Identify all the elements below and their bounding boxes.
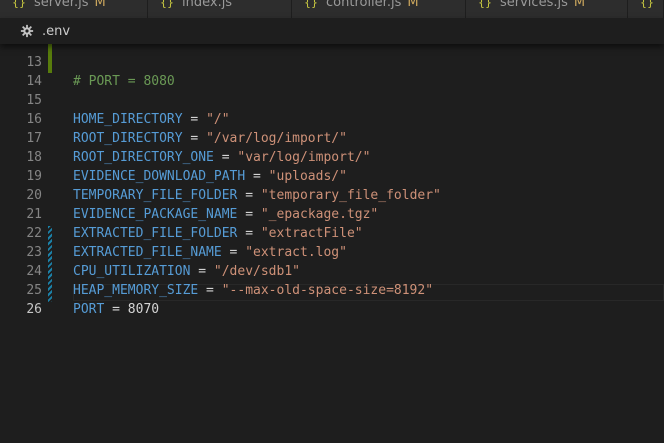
- tab-label: index.js: [182, 0, 233, 10]
- tab-label: server.js: [34, 0, 89, 10]
- code-line[interactable]: 23 CPU_UTILIZATION = "/dev/sdb1": [0, 224, 664, 279]
- tab-index-js[interactable]: {} index.js: [148, 0, 292, 18]
- code-line[interactable]: 24 HEAP_MEMORY_SIZE = "--max-old-space-s…: [0, 243, 664, 298]
- tab-overflow[interactable]: {}: [628, 0, 664, 18]
- code-line[interactable]: 13 # PORT = 8080: [0, 44, 664, 89]
- env-value: 8070: [127, 302, 160, 317]
- tab-label: controller.js: [326, 0, 402, 10]
- tab-controller-js[interactable]: {} controller.js M: [292, 0, 466, 18]
- gear-icon: [20, 24, 34, 38]
- js-file-icon: {}: [12, 0, 26, 9]
- code-line[interactable]: 14: [0, 53, 664, 89]
- modified-badge: M: [573, 0, 586, 10]
- code-line[interactable]: 16 ROOT_DIRECTORY = "/var/log/import/": [0, 91, 664, 146]
- tab-server-js[interactable]: {} server.js M: [0, 0, 148, 18]
- code-line[interactable]: 19 TEMPORARY_FILE_FOLDER = "temporary_fi…: [0, 148, 664, 203]
- breadcrumb: .env: [0, 18, 664, 44]
- js-file-icon: {}: [640, 0, 654, 9]
- equals-operator: =: [104, 302, 128, 317]
- code-line[interactable]: 20 EVIDENCE_PACKAGE_NAME = "_epackage.tg…: [0, 167, 664, 222]
- code-line[interactable]: 17 ROOT_DIRECTORY_ONE = "var/log/import/…: [0, 110, 664, 165]
- modified-badge: M: [94, 0, 106, 10]
- code-line[interactable]: 21 EXTRACTED_FILE_FOLDER = "extractFile": [0, 186, 664, 241]
- code-line[interactable]: 15 HOME_DIRECTORY = "/": [0, 72, 664, 127]
- js-file-icon: {}: [304, 0, 318, 9]
- code-line[interactable]: 22 EXTRACTED_FILE_NAME = "extract.log": [0, 205, 664, 260]
- line-number: 26: [26, 302, 42, 317]
- tab-label: services.js: [500, 0, 568, 10]
- code-editor[interactable]: 13 # PORT = 8080 14 15 HOME_DIRECTORY = …: [0, 44, 664, 443]
- js-file-icon: {}: [160, 0, 174, 9]
- modified-badge: M: [407, 0, 419, 10]
- tab-bar: {} server.js M {} index.js {} controller.js M…: [0, 0, 664, 18]
- breadcrumb-file[interactable]: .env: [42, 24, 70, 39]
- code-line[interactable]: 26: [0, 281, 664, 317]
- code-line[interactable]: 18 EVIDENCE_DOWNLOAD_PATH = "uploads/": [0, 129, 664, 184]
- env-key: PORT: [73, 302, 105, 317]
- tab-services-js[interactable]: {} services.js M: [466, 0, 628, 18]
- code-line[interactable]: 25 PORT = 8070: [0, 262, 664, 317]
- js-file-icon: {}: [478, 0, 492, 9]
